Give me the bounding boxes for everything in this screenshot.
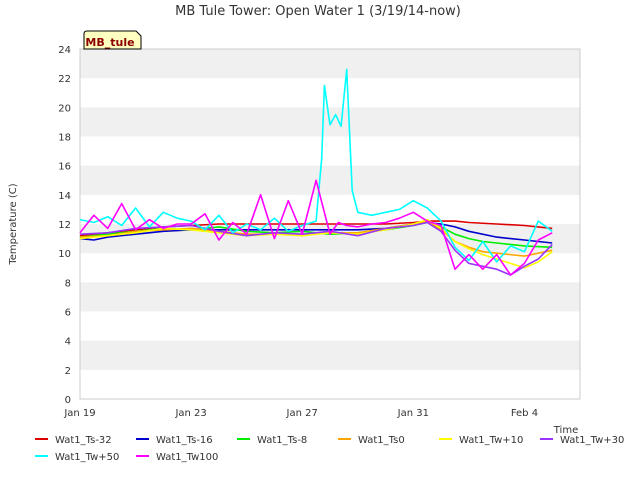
x-tick-label: Jan 19: [63, 408, 95, 419]
x-axis-ticks: Jan 19 Jan 23 Jan 27 Jan 31 Feb 4: [63, 408, 538, 419]
grid-band: [80, 49, 580, 79]
legend-label: Wat1_Ts-16: [156, 435, 213, 446]
grid-band: [80, 340, 580, 370]
x-tick-label: Feb 4: [511, 408, 538, 419]
y-tick-label: 12: [58, 220, 71, 231]
grid-band: [80, 282, 580, 312]
y-tick-label: 8: [65, 278, 71, 289]
y-axis-label: Temperature (C): [8, 183, 19, 265]
chart-canvas: MB Tule Tower: Open Water 1 (3/19/14-now…: [8, 4, 624, 463]
chart-title: MB Tule Tower: Open Water 1 (3/19/14-now…: [175, 4, 461, 19]
x-tick-label: Jan 31: [397, 408, 429, 419]
y-tick-label: 18: [58, 133, 71, 144]
y-tick-label: 10: [58, 249, 71, 260]
y-tick-label: 4: [65, 337, 71, 348]
x-tick-label: Jan 27: [286, 408, 318, 419]
y-tick-label: 14: [58, 191, 71, 202]
grid-band: [80, 165, 580, 195]
y-tick-label: 6: [65, 308, 71, 319]
y-axis-ticks: 024681012141618202224: [58, 45, 71, 406]
legend: Wat1_Ts-32 Wat1_Ts-16 Wat1_Ts-8 Wat1_Ts0 Wat…: [35, 435, 624, 463]
x-tick-label: Jan 23: [174, 408, 206, 419]
y-tick-label: 0: [65, 395, 71, 406]
y-tick-label: 20: [58, 103, 71, 114]
legend-label: Wat1_Tw+50: [55, 452, 119, 463]
legend-label: Wat1_Ts-32: [55, 435, 112, 446]
y-tick-label: 16: [58, 162, 71, 173]
annotation-text: MB_tule: [85, 36, 134, 49]
y-tick-label: 22: [58, 74, 71, 85]
annotation-box: MB_tule: [83, 30, 142, 50]
legend-label: Wat1_Tw+30: [560, 435, 624, 446]
legend-label: Wat1_Ts-8: [257, 435, 307, 446]
legend-label: Wat1_Tw+10: [459, 435, 523, 446]
legend-label: Wat1_Ts0: [358, 435, 405, 446]
y-tick-label: 2: [65, 366, 71, 377]
y-tick-label: 24: [58, 45, 71, 56]
legend-label: Wat1_Tw100: [156, 452, 218, 463]
chart: MB Tule Tower: Open Water 1 (3/19/14-now…: [0, 0, 640, 480]
grid-bands: [80, 49, 580, 370]
